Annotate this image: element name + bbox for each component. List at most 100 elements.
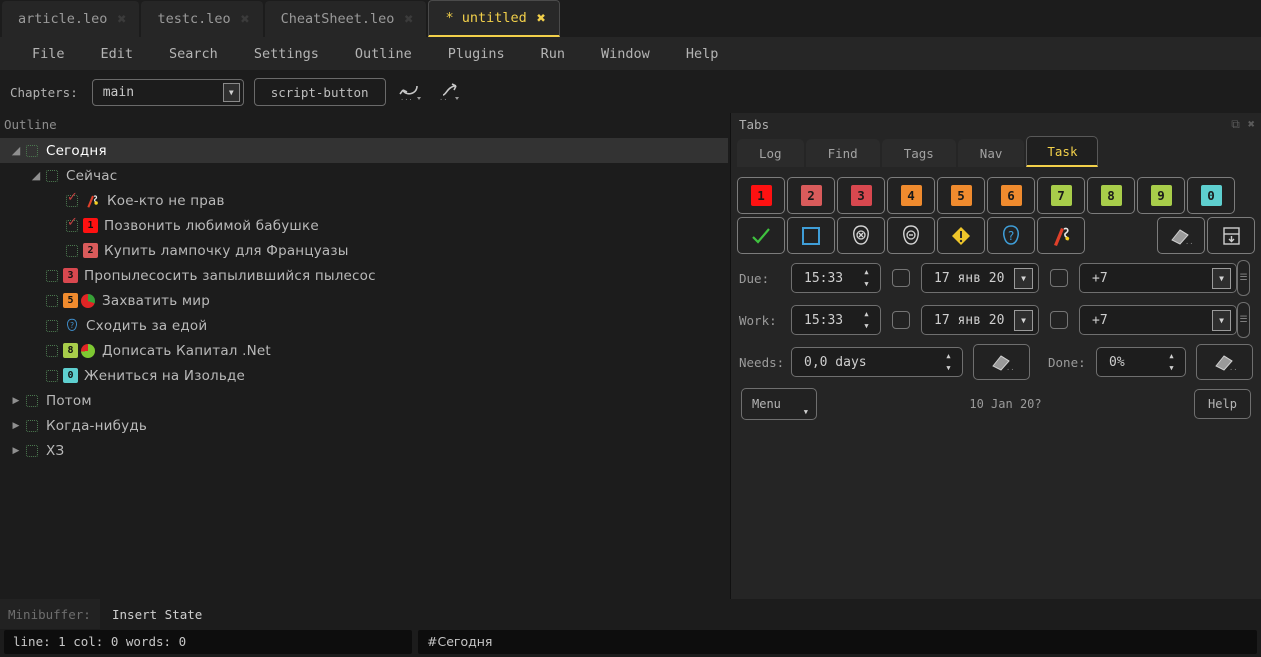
- menu-item-help[interactable]: Help: [668, 42, 737, 66]
- task-help-button[interactable]: Help: [1194, 389, 1251, 419]
- tab-find[interactable]: Find: [805, 139, 880, 167]
- spin-up-icon[interactable]: ▲: [941, 351, 956, 362]
- outline-row-checkbox[interactable]: [66, 190, 78, 207]
- file-tab[interactable]: article.leo ✖: [2, 1, 140, 37]
- priority-button-row[interactable]: 1 2 3 4 5 6 7 8 9 0: [731, 177, 1261, 214]
- clear-state-eraser-button[interactable]: ..: [1157, 217, 1205, 254]
- needs-spinner[interactable]: ▲ ▼: [941, 351, 959, 374]
- work-offset-chevron-down-icon[interactable]: ▼: [1212, 309, 1231, 331]
- expand-triangle-closed-icon[interactable]: [6, 421, 26, 431]
- priority-button-7[interactable]: 7: [1037, 177, 1085, 214]
- outline-row[interactable]: 0 Жениться на Изольде: [0, 363, 728, 388]
- state-button-check[interactable]: [737, 217, 785, 254]
- outline-row-checkbox[interactable]: [46, 294, 58, 307]
- tab-log[interactable]: Log: [737, 139, 804, 167]
- outline-row-checkbox[interactable]: [46, 369, 58, 382]
- priority-button-4[interactable]: 4: [887, 177, 935, 214]
- tab-tags[interactable]: Tags: [881, 139, 956, 167]
- work-date-enable-checkbox[interactable]: [1050, 311, 1068, 329]
- restore-window-icon[interactable]: ⧉: [1231, 117, 1240, 132]
- menu-item-edit[interactable]: Edit: [83, 42, 152, 66]
- priority-button-6[interactable]: 6: [987, 177, 1035, 214]
- spin-down-icon[interactable]: ▼: [941, 363, 956, 374]
- needs-field[interactable]: 0,0 days ▲ ▼: [791, 347, 963, 377]
- work-offset-field[interactable]: +7 ▼: [1079, 305, 1237, 335]
- expand-triangle-closed-icon[interactable]: [6, 446, 26, 456]
- work-date-chevron-down-icon[interactable]: ▼: [1014, 309, 1033, 331]
- task-menu-button[interactable]: Menu: [741, 388, 817, 420]
- priority-button-0[interactable]: 0: [1187, 177, 1235, 214]
- due-offset-field[interactable]: +7 ▼: [1079, 263, 1237, 293]
- outline-row-checkbox[interactable]: [66, 215, 78, 232]
- priority-button-9[interactable]: 9: [1137, 177, 1185, 214]
- priority-button-2[interactable]: 2: [787, 177, 835, 214]
- state-button-bomb[interactable]: [1037, 217, 1085, 254]
- priority-button-3[interactable]: 3: [837, 177, 885, 214]
- close-icon[interactable]: ✖: [117, 11, 126, 27]
- outline-row[interactable]: Кое-кто не прав: [0, 188, 728, 213]
- script-button[interactable]: script-button: [253, 78, 386, 106]
- outline-row-checkbox[interactable]: [46, 269, 58, 282]
- file-tab[interactable]: testc.leo ✖: [141, 1, 263, 37]
- work-date-field[interactable]: 17 янв 20 ▼: [921, 305, 1039, 335]
- spin-up-icon[interactable]: ▲: [859, 267, 874, 278]
- outline-row-checkbox[interactable]: [66, 244, 78, 257]
- redo-arrow-icon[interactable]: ..: [436, 77, 466, 107]
- spin-up-icon[interactable]: ▲: [1164, 351, 1179, 362]
- outline-row-checkbox[interactable]: [46, 319, 58, 332]
- expand-triangle-open-icon[interactable]: [6, 144, 26, 157]
- outline-row[interactable]: Потом: [0, 388, 728, 413]
- file-tab[interactable]: * untitled ✖: [428, 0, 560, 37]
- outline-row[interactable]: Сейчас: [0, 163, 728, 188]
- spin-down-icon[interactable]: ▼: [1164, 363, 1179, 374]
- state-button-warning[interactable]: [937, 217, 985, 254]
- outline-row-checkbox[interactable]: [26, 144, 38, 157]
- menu-item-settings[interactable]: Settings: [236, 42, 337, 66]
- spin-up-icon[interactable]: ▲: [859, 309, 874, 320]
- outline-row[interactable]: ХЗ: [0, 438, 728, 463]
- due-date-chevron-down-icon[interactable]: ▼: [1014, 267, 1033, 289]
- due-time-field[interactable]: 15:33 ▲ ▼: [791, 263, 881, 293]
- due-extra-button[interactable]: ☰: [1237, 260, 1250, 296]
- minibuffer-value[interactable]: Insert State: [100, 607, 202, 622]
- tab-task[interactable]: Task: [1026, 136, 1099, 167]
- expand-triangle-open-icon[interactable]: [26, 169, 46, 182]
- close-panel-icon[interactable]: ✖: [1248, 117, 1255, 131]
- due-time-spinner[interactable]: ▲ ▼: [859, 267, 877, 290]
- outline-row[interactable]: ? Сходить за едой: [0, 313, 728, 338]
- file-tab[interactable]: CheatSheet.leo ✖: [264, 1, 427, 37]
- archive-down-button[interactable]: [1207, 217, 1255, 254]
- due-date-enable-checkbox[interactable]: [1050, 269, 1068, 287]
- done-clear-button[interactable]: ..: [1196, 344, 1253, 380]
- close-icon[interactable]: ✖: [404, 11, 413, 27]
- expand-triangle-closed-icon[interactable]: [6, 396, 26, 406]
- close-icon[interactable]: ✖: [537, 10, 546, 26]
- chapter-select[interactable]: main ▼: [91, 78, 244, 106]
- state-button-row[interactable]: ? ..: [731, 217, 1261, 254]
- outline-row-checkbox[interactable]: [26, 444, 38, 457]
- outline-row[interactable]: 2 Купить лампочку для Француазы: [0, 238, 728, 263]
- outline-row[interactable]: 1 Позвонить любимой бабушке: [0, 213, 728, 238]
- work-time-enable-checkbox[interactable]: [892, 311, 910, 329]
- menu-item-outline[interactable]: Outline: [337, 42, 430, 66]
- menu-item-file[interactable]: File: [14, 42, 83, 66]
- needs-clear-button[interactable]: ..: [973, 344, 1030, 380]
- state-button-head-minus[interactable]: [887, 217, 935, 254]
- due-offset-chevron-down-icon[interactable]: ▼: [1212, 267, 1231, 289]
- outline-row-checkbox[interactable]: [26, 419, 38, 432]
- work-time-field[interactable]: 15:33 ▲ ▼: [791, 305, 881, 335]
- spin-down-icon[interactable]: ▼: [859, 321, 874, 332]
- tab-nav[interactable]: Nav: [957, 139, 1025, 167]
- outline-row[interactable]: Сегодня: [0, 138, 728, 163]
- outline-row[interactable]: 3 Пропылесосить запылившийся пылесос: [0, 263, 728, 288]
- state-button-question-head[interactable]: ?: [987, 217, 1035, 254]
- menu-item-search[interactable]: Search: [151, 42, 236, 66]
- tabs-panel-tabstrip[interactable]: Log Find Tags Nav Task: [731, 135, 1261, 167]
- chevron-down-icon[interactable]: ▼: [222, 82, 240, 102]
- outline-row[interactable]: 8 Дописать Капитал .Net: [0, 338, 728, 363]
- menu-item-run[interactable]: Run: [523, 42, 583, 66]
- due-date-field[interactable]: 17 янв 20 ▼: [921, 263, 1039, 293]
- work-time-spinner[interactable]: ▲ ▼: [859, 309, 877, 332]
- done-spinner[interactable]: ▲ ▼: [1164, 351, 1182, 374]
- work-extra-button[interactable]: ☰: [1237, 302, 1250, 338]
